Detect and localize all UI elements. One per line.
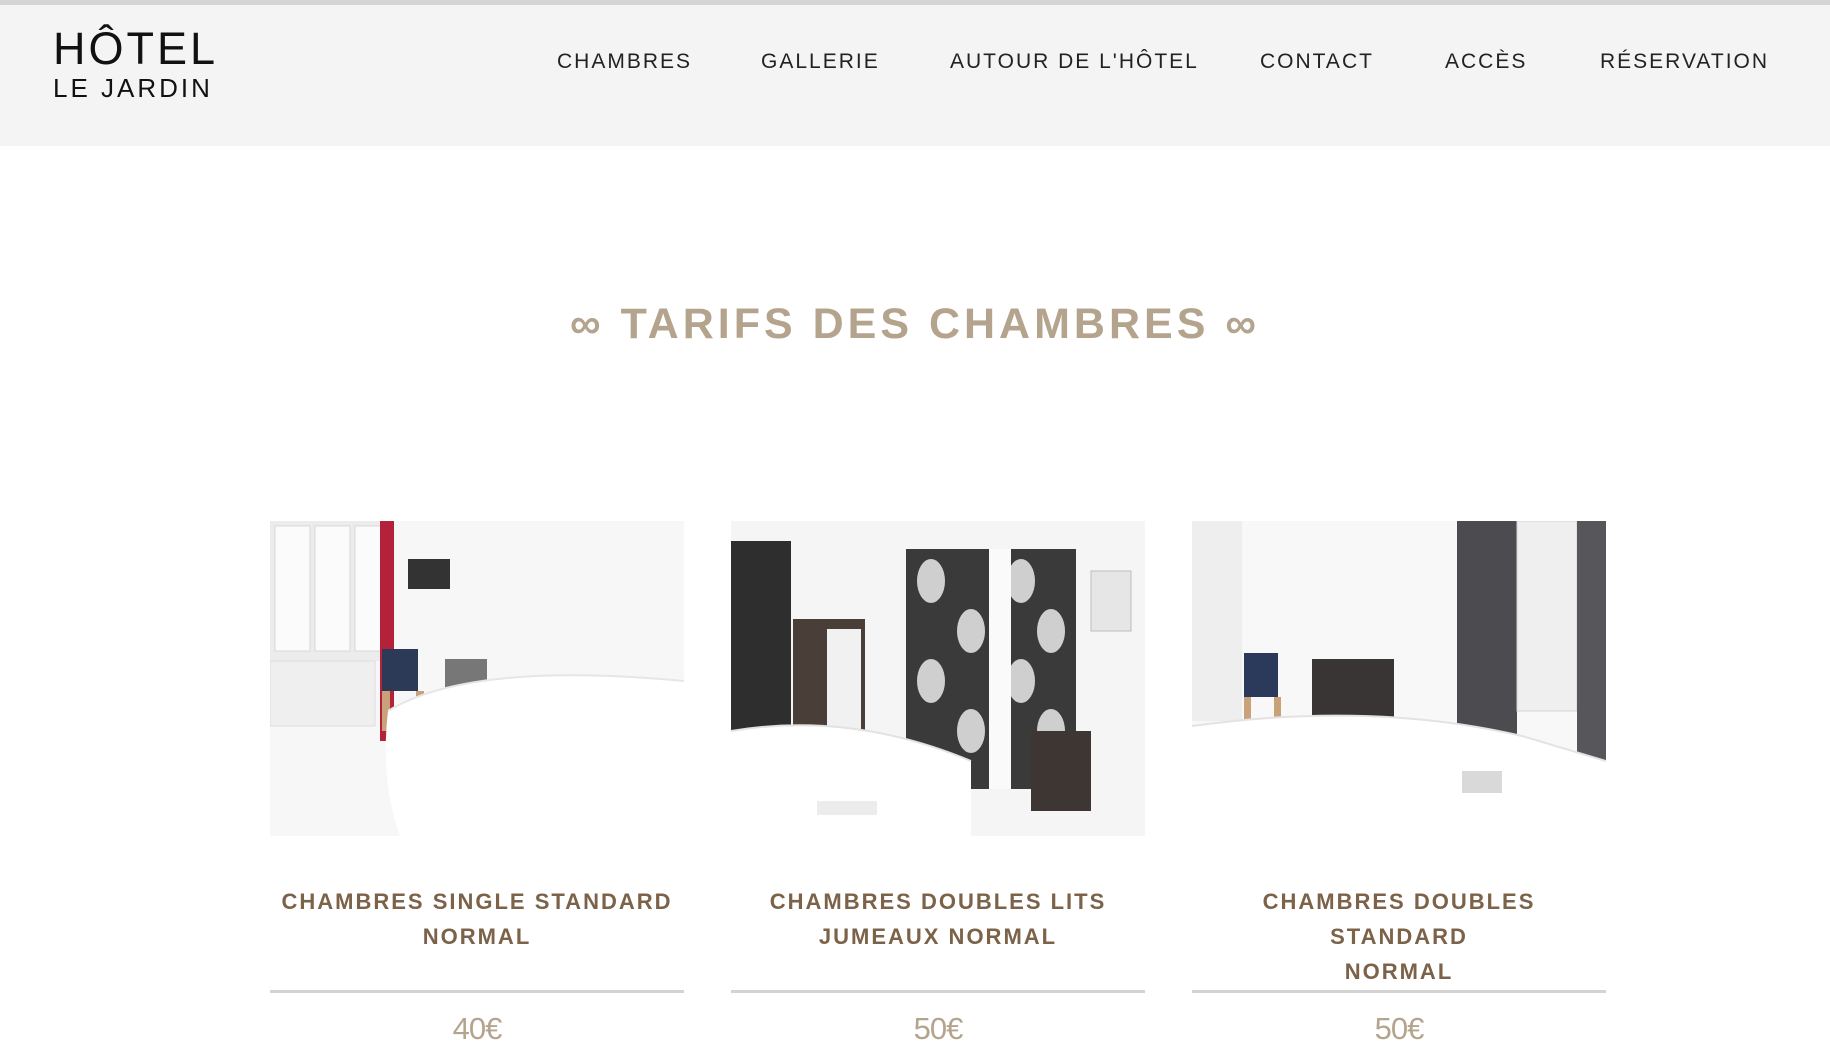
room-name-single: CHAMBRES SINGLE STANDARD NORMAL — [270, 884, 684, 954]
room-name-twin: CHAMBRES DOUBLES LITS JUMEAUX NORMAL — [731, 884, 1145, 954]
room-name-line1: CHAMBRES DOUBLES LITS — [769, 889, 1107, 914]
room-name-line1: CHAMBRES SINGLE STANDARD — [281, 889, 673, 914]
divider — [270, 990, 684, 993]
nav-chambres[interactable]: CHAMBRES — [557, 50, 692, 74]
room-price-double: 50€ — [1374, 1011, 1425, 1046]
room-price-twin: 50€ — [913, 1011, 964, 1046]
room-name-line2: JUMEAUX NORMAL — [818, 924, 1058, 949]
room-card-double[interactable]: CHAMBRES DOUBLES STANDARD NORMAL 50€ — [1192, 521, 1606, 1047]
room-name-line2: NORMAL — [1344, 959, 1454, 984]
section-title: ∞ TARIFS DES CHAMBRES ∞ — [569, 300, 1261, 348]
room-card-single[interactable]: CHAMBRES SINGLE STANDARD NORMAL 40€ — [270, 521, 684, 1047]
room-card-twin[interactable]: CHAMBRES DOUBLES LITS JUMEAUX NORMAL 50€ — [731, 521, 1145, 1047]
room-name-line1: CHAMBRES DOUBLES STANDARD — [1262, 889, 1536, 949]
nav-reservation[interactable]: RÉSERVATION — [1600, 50, 1769, 74]
room-price-single: 40€ — [452, 1011, 503, 1046]
room-photo-single[interactable] — [270, 521, 684, 836]
room-photo-twin[interactable] — [731, 521, 1145, 836]
room-name-line2: NORMAL — [422, 924, 532, 949]
divider — [1192, 990, 1606, 993]
room-photo-double[interactable] — [1192, 521, 1606, 836]
divider — [731, 990, 1145, 993]
main-nav: CHAMBRES GALLERIE AUTOUR DE L'HÔTEL CONT… — [0, 50, 1830, 80]
nav-gallerie[interactable]: GALLERIE — [761, 50, 880, 74]
room-name-double: CHAMBRES DOUBLES STANDARD NORMAL — [1192, 884, 1606, 984]
site-header: HÔTEL LE JARDIN CHAMBRES GALLERIE AUTOUR… — [0, 5, 1830, 146]
nav-contact[interactable]: CONTACT — [1260, 50, 1374, 74]
nav-acces[interactable]: ACCÈS — [1445, 50, 1527, 74]
nav-autour-de-lhotel[interactable]: AUTOUR DE L'HÔTEL — [950, 50, 1199, 74]
